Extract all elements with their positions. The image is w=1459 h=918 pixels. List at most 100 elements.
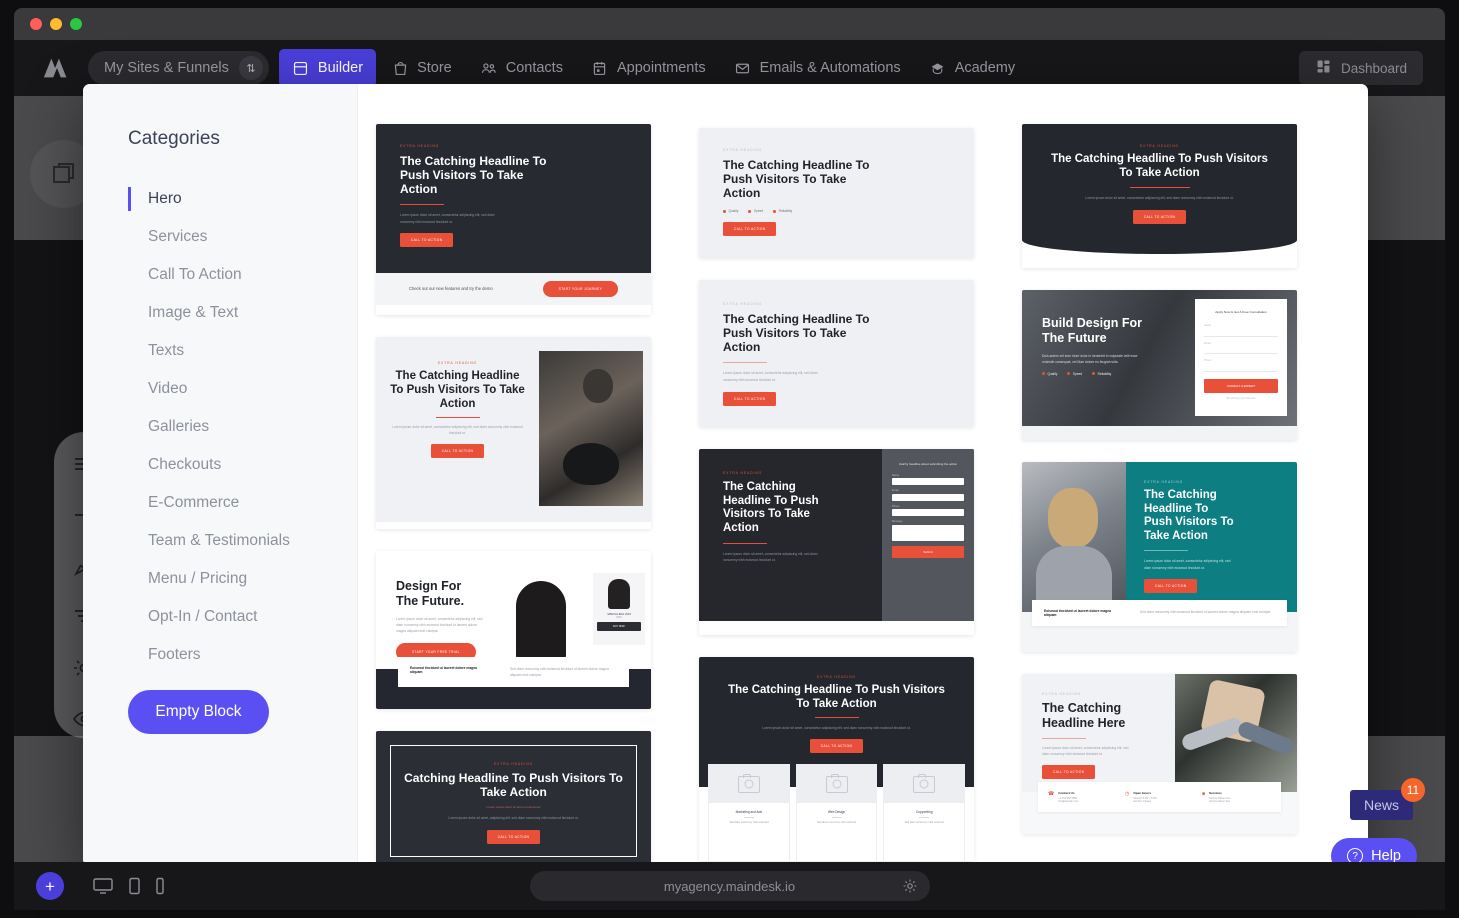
template-card-2[interactable]: EXTRA HEADING The Catching Headline To P… — [699, 128, 974, 258]
t2-cta-button[interactable]: CALL TO ACTION — [723, 222, 777, 237]
gear-settings-icon[interactable] — [902, 878, 918, 897]
template-card-6[interactable]: Build Design For The Future Duis autem v… — [1022, 290, 1297, 441]
template-card-7[interactable]: Design For The Future. Lorem ipsum dolor… — [376, 551, 651, 710]
t4-body: Lorem ipsum dolor sit amet, consectetur … — [392, 425, 523, 436]
dashboard-button[interactable]: Dashboard — [1298, 51, 1423, 85]
t9-body: Lorem ipsum dolor sit amet, consectetur … — [1144, 559, 1231, 570]
maindesk-logo[interactable] — [28, 56, 86, 80]
t6-field-label-1: Email — [1204, 341, 1211, 345]
template-card-12[interactable]: EXTRA HEADING The Catching Headline Here… — [1022, 674, 1297, 835]
t6-headline: Build Design For The Future — [1042, 316, 1142, 345]
nav-item-academy[interactable]: Academy — [916, 49, 1028, 87]
t7-headline: Design For The Future. — [396, 579, 465, 608]
t8-input-name[interactable] — [892, 478, 964, 486]
t6-tick-1: Speed — [1072, 371, 1083, 376]
tablet-icon[interactable] — [128, 877, 141, 895]
t4-headline: The Catching Headline To Push Visitors T… — [390, 370, 525, 410]
window-titlebar — [14, 8, 1445, 40]
t12-eyebrow: EXTRA HEADING — [1042, 692, 1082, 697]
category-video[interactable]: Video — [128, 370, 357, 408]
t7-footer-title: Euismod tincidunt ut laoreet dolore magn… — [410, 666, 478, 675]
t6-input-name[interactable] — [1204, 329, 1278, 337]
t7-bag-photo — [516, 581, 566, 662]
t2-eyebrow: EXTRA HEADING — [723, 148, 763, 152]
window-minimize-button[interactable] — [50, 18, 62, 30]
t5-cta-button[interactable]: CALL TO ACTION — [723, 391, 777, 406]
news-badge-count: 11 — [1401, 778, 1425, 802]
category-team-testimonials[interactable]: Team & Testimonials — [128, 522, 357, 560]
nav-item-emails-automations-label: Emails & Automations — [759, 60, 901, 76]
t8-field-label-3: Message — [892, 520, 903, 524]
nav-item-emails-automations[interactable]: Emails & Automations — [721, 49, 914, 87]
news-button[interactable]: News 11 — [1349, 778, 1425, 820]
category-e-commerce[interactable]: E-Commerce — [128, 484, 357, 522]
category-image-and-text[interactable]: Image & Text — [128, 294, 357, 332]
t6-input-phone[interactable] — [1204, 364, 1278, 372]
t1-strip-button[interactable]: START YOUR JOURNEY — [542, 280, 619, 297]
t6-tick-2: Reliability — [1097, 371, 1112, 376]
category-galleries[interactable]: Galleries — [128, 408, 357, 446]
nav-item-builder[interactable]: Builder — [278, 49, 377, 87]
nav-item-store[interactable]: Store — [378, 49, 465, 87]
template-card-9[interactable]: EXTRA HEADING The Catching Headline To P… — [1022, 462, 1297, 653]
empty-block-button[interactable]: Empty Block — [128, 690, 269, 734]
template-column-2: EXTRA HEADING The Catching Headline To P… — [699, 124, 974, 866]
t6-field-label-0: Name — [1204, 324, 1211, 328]
t6-form-note: We will keep your data safe — [1226, 396, 1256, 400]
t6-form-button[interactable]: CONSULT A EXPERT — [1204, 378, 1278, 393]
category-call-to-action[interactable]: Call To Action — [128, 256, 357, 294]
category-services[interactable]: Services — [128, 218, 357, 256]
window-maximize-button[interactable] — [70, 18, 82, 30]
site-selector[interactable]: My Sites & Funnels ⇅ — [88, 51, 269, 85]
category-menu-pricing[interactable]: Menu / Pricing — [128, 560, 357, 598]
t6-input-email[interactable] — [1204, 346, 1278, 355]
template-card-11[interactable]: EXTRA HEADING The Catching Headline To P… — [699, 657, 974, 862]
category-checkouts[interactable]: Checkouts — [128, 446, 357, 484]
t4-cta-button[interactable]: CALL TO ACTION — [430, 444, 485, 459]
template-card-1[interactable]: EXTRA HEADING The Catching Headline To P… — [376, 124, 651, 316]
category-footers[interactable]: Footers — [128, 636, 357, 674]
nav-item-appointments[interactable]: Appointments — [578, 49, 719, 87]
blocks-library-modal: Categories Hero Services Call To Action … — [83, 84, 1368, 866]
t8-input-phone[interactable] — [892, 509, 964, 517]
category-hero[interactable]: Hero — [128, 180, 357, 218]
dashboard-label: Dashboard — [1340, 60, 1407, 76]
window-close-button[interactable] — [30, 18, 42, 30]
t1-headline: The Catching Headline To Push Visitors T… — [400, 154, 547, 197]
nav-item-contacts[interactable]: Contacts — [467, 49, 576, 87]
t11-card-2[interactable]: Copywriting Sed diam nonummy nibh euismo… — [884, 765, 965, 862]
category-texts[interactable]: Texts — [128, 332, 357, 370]
t11-card-0[interactable]: Marketing and Ads Sed diam nonummy nibh … — [709, 765, 789, 862]
builder-bottom-bar: + myagency.maindesk.io — [14, 862, 1445, 910]
site-url-text: myagency.maindesk.io — [663, 878, 796, 894]
template-card-5[interactable]: EXTRA HEADING The Catching Headline To P… — [699, 280, 974, 427]
swap-vertical-icon[interactable]: ⇅ — [238, 56, 263, 80]
template-card-4[interactable]: EXTRA HEADING The Catching Headline To P… — [376, 337, 651, 530]
t10-sub: Lorem ipsum dolor sit amet consectetur — [486, 805, 541, 810]
camera-placeholder-icon — [913, 774, 936, 793]
t9-footer-title: Euismod tincidunt ut laoreet dolore magn… — [1044, 609, 1112, 618]
t8-submit-button[interactable]: Submit — [892, 545, 964, 558]
t8-input-message[interactable] — [892, 524, 964, 541]
t8-field-label-2: Phone — [892, 504, 900, 508]
t12-team-photo — [1175, 674, 1297, 793]
t3-cta-button[interactable]: CALL TO ACTION — [1132, 210, 1187, 225]
desktop-icon[interactable] — [92, 877, 114, 895]
template-card-8[interactable]: EXTRA HEADING The Catching Headline To P… — [699, 449, 974, 635]
template-card-3[interactable]: EXTRA HEADING The Catching Headline To P… — [1022, 124, 1297, 269]
t9-footer-text: Sed diam nonummy nibh euismod tincidunt … — [1140, 610, 1272, 615]
t10-cta-button[interactable]: CALL TO ACTION — [486, 829, 541, 844]
t8-input-email[interactable] — [892, 493, 964, 501]
template-card-10[interactable]: EXTRA HEADING Catching Headline To Push … — [376, 731, 651, 866]
t11-card-1[interactable]: Web Design Sed diam nonummy nibh euismod — [796, 765, 877, 862]
t11-cta-button[interactable]: CALL TO ACTION — [809, 739, 864, 754]
t1-cta-button[interactable]: CALL TO ACTION — [400, 232, 454, 247]
t7-product-button[interactable]: BUY NOW — [597, 622, 641, 632]
t12-info-0-title: Contact Us — [1058, 791, 1075, 796]
t12-cta-button[interactable]: CALL TO ACTION — [1042, 764, 1096, 779]
site-url-bar[interactable]: myagency.maindesk.io — [529, 871, 930, 901]
t9-cta-button[interactable]: CALL TO ACTION — [1144, 578, 1198, 593]
category-opt-in-contact[interactable]: Opt-In / Contact — [128, 598, 357, 636]
mobile-icon[interactable] — [155, 877, 165, 895]
add-block-button[interactable]: + — [36, 872, 64, 900]
